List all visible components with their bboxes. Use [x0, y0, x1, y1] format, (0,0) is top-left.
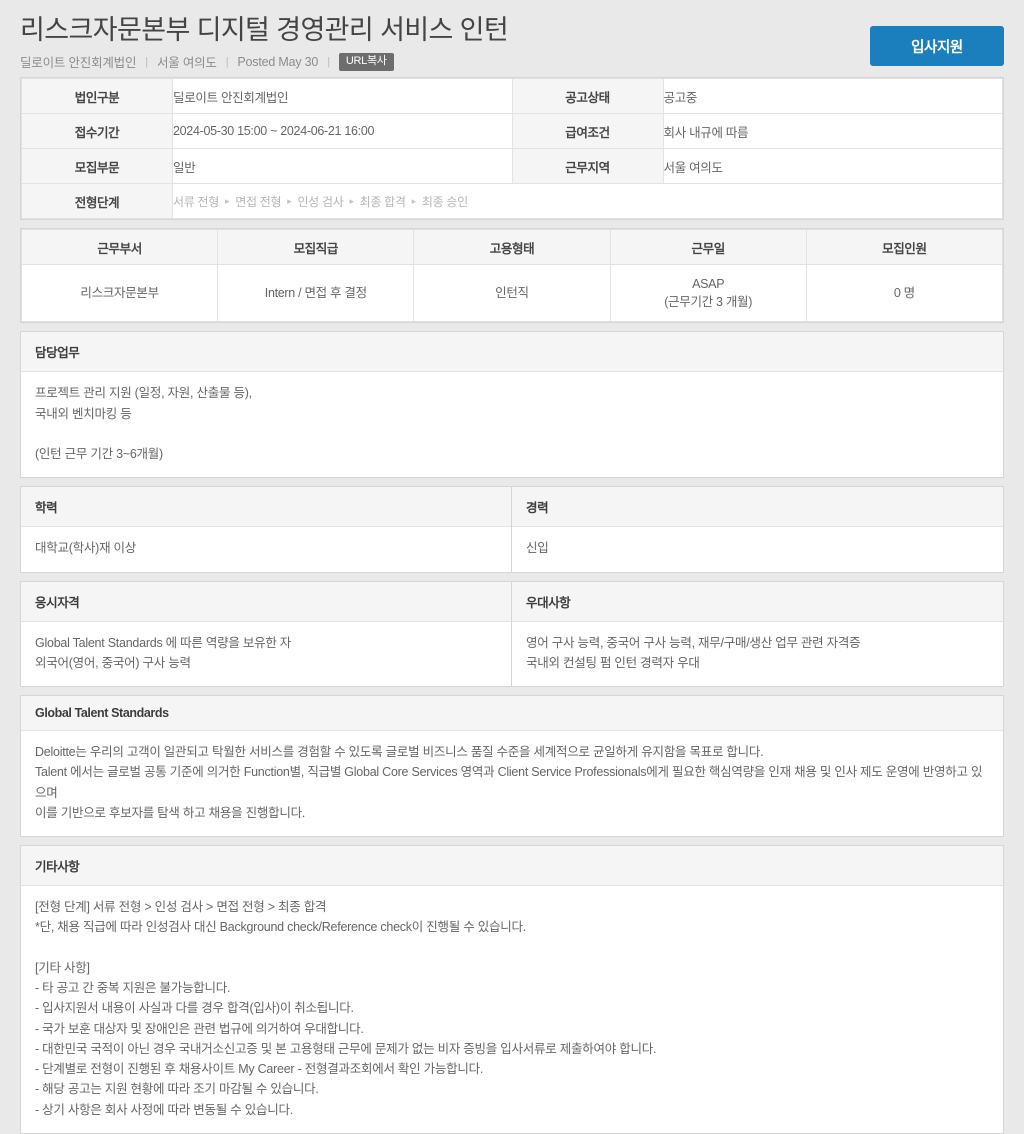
experience-body: 신입	[512, 527, 1003, 572]
education-column: 학력 대학교(학사)재 이상	[20, 486, 512, 573]
info-value-work-region: 서울 여의도	[662, 148, 1003, 185]
preferred-title: 우대사항	[512, 581, 1003, 622]
global-talent-standards-section: Global Talent Standards Deloitte는 우리의 고객…	[20, 695, 1004, 838]
page-header: 리스크자문본부 디지털 경영관리 서비스 인턴 딜로이트 안진회계법인 | 서울…	[0, 0, 1024, 77]
info-label-corp-type: 법인구분	[21, 78, 173, 115]
info-value-recruit-division: 일반	[172, 148, 513, 185]
info-value-posting-status: 공고중	[662, 78, 1003, 115]
meta-separator-3: |	[327, 55, 330, 68]
preferred-body: 영어 구사 능력, 중국어 구사 능력, 재무/구매/생산 업무 관련 자격증 …	[512, 621, 1003, 687]
meta-posted-date: Posted May 30	[237, 54, 319, 69]
education-title: 학력	[21, 487, 511, 528]
education-experience-section: 학력 대학교(학사)재 이상 경력 신입	[20, 486, 1004, 573]
etc-section: 기타사항 [전형 단계] 서류 전형 > 인성 검사 > 면접 전형 > 최종 …	[20, 845, 1004, 1134]
experience-title: 경력	[512, 487, 1003, 528]
table-row: 법인구분 딜로이트 안진회계법인 공고상태 공고중	[21, 78, 1003, 115]
stage-arrow-icon: ▸	[349, 195, 354, 206]
selection-stage-item: 서류 전형	[173, 194, 219, 209]
meta-separator-2: |	[225, 55, 229, 68]
position-header-department: 근무부서	[20, 229, 219, 266]
stage-arrow-icon: ▸	[287, 195, 292, 206]
job-posting-page: 리스크자문본부 디지털 경영관리 서비스 인턴 딜로이트 안진회계법인 | 서울…	[0, 0, 1024, 1134]
meta-company: 딜로이트 안진회계법인	[20, 56, 137, 71]
apply-button[interactable]: 입사지원	[870, 26, 1004, 66]
duties-section-body: 프로젝트 관리 지원 (일정, 자원, 산출물 등), 국내외 벤치마킹 등 (…	[21, 372, 1003, 478]
selection-stage-item: 면접 전형	[235, 194, 282, 209]
job-meta: 딜로이트 안진회계법인 | 서울 여의도 | Posted May 30 | U…	[20, 52, 1004, 71]
info-value-application-period: 2024-05-30 15:00 ~ 2024-06-21 16:00	[172, 113, 513, 150]
info-value-salary: 회사 내규에 따름	[662, 113, 1003, 150]
info-label-application-period: 접수기간	[21, 113, 173, 150]
info-table: 법인구분 딜로이트 안진회계법인 공고상태 공고중 접수기간 2024-05-3…	[21, 78, 1003, 220]
info-label-work-region: 근무지역	[511, 148, 664, 185]
gts-body: Deloitte는 우리의 고객이 일관되고 탁월한 서비스를 경험할 수 있도…	[21, 731, 1003, 837]
position-value-rank: Intern / 면접 후 결정	[217, 264, 415, 323]
duties-section: 담당업무 프로젝트 관리 지원 (일정, 자원, 산출물 등), 국내외 벤치마…	[20, 331, 1004, 479]
qualification-title: 응시자격	[21, 581, 511, 622]
position-table-panel: 근무부서 모집직급 고용형태 근무일 모집인원 리스크자문본부 Intern /…	[20, 228, 1004, 324]
position-header-rank: 모집직급	[217, 229, 415, 266]
table-row: 전형단계 서류 전형 ▸ 면접 전형 ▸ 인성 검사 ▸ 최종 합격 ▸ 최종 승인	[21, 183, 1003, 220]
page-title: 리스크자문본부 디지털 경영관리 서비스 인턴	[20, 15, 509, 45]
position-value-headcount: 0 명	[805, 264, 1004, 323]
meta-separator-1: |	[145, 55, 148, 68]
position-value-start-date: ASAP (근무기간 3 개월)	[609, 264, 807, 323]
stage-arrow-icon: ▸	[225, 195, 230, 206]
qualification-column: 응시자격 Global Talent Standards 에 따른 역량을 보유…	[20, 580, 512, 688]
qualification-body: Global Talent Standards 에 따른 역량을 보유한 자 외…	[21, 621, 511, 687]
experience-column: 경력 신입	[512, 486, 1004, 573]
qualification-preferred-section: 응시자격 Global Talent Standards 에 따른 역량을 보유…	[20, 580, 1004, 688]
etc-title: 기타사항	[21, 846, 1003, 887]
position-header-employment-type: 고용형태	[413, 229, 611, 266]
info-label-recruit-division: 모집부문	[21, 148, 173, 185]
position-table: 근무부서 모집직급 고용형태 근무일 모집인원 리스크자문본부 Intern /…	[20, 229, 1004, 323]
info-value-selection-stages: 서류 전형 ▸ 면접 전형 ▸ 인성 검사 ▸ 최종 합격 ▸ 최종 승인	[172, 183, 1003, 220]
table-row: 리스크자문본부 Intern / 면접 후 결정 인턴직 ASAP (근무기간 …	[20, 264, 1004, 323]
info-label-selection-stages: 전형단계	[21, 183, 173, 220]
selection-stage-list: 서류 전형 ▸ 면접 전형 ▸ 인성 검사 ▸ 최종 합격 ▸ 최종 승인	[173, 193, 1002, 210]
info-label-salary: 급여조건	[511, 113, 664, 150]
table-row: 모집부문 일반 근무지역 서울 여의도	[21, 148, 1003, 185]
stage-arrow-icon: ▸	[411, 195, 417, 206]
meta-location: 서울 여의도	[156, 56, 217, 71]
selection-stage-item: 최종 승인	[421, 194, 468, 209]
duties-section-title: 담당업무	[21, 332, 1003, 373]
info-table-panel: 법인구분 딜로이트 안진회계법인 공고상태 공고중 접수기간 2024-05-3…	[20, 77, 1004, 221]
copy-url-button[interactable]: URL복사	[338, 52, 394, 71]
position-value-department: 리스크자문본부	[20, 264, 219, 323]
info-label-posting-status: 공고상태	[511, 78, 664, 115]
selection-stage-item: 최종 합격	[359, 194, 406, 209]
selection-stage-item: 인성 검사	[297, 194, 344, 209]
education-body: 대학교(학사)재 이상	[21, 527, 511, 572]
etc-body: [전형 단계] 서류 전형 > 인성 검사 > 면접 전형 > 최종 합격 *단…	[21, 886, 1003, 1133]
position-header-headcount: 모집인원	[805, 229, 1004, 266]
info-value-corp-type: 딜로이트 안진회계법인	[172, 78, 513, 115]
table-row: 접수기간 2024-05-30 15:00 ~ 2024-06-21 16:00…	[21, 113, 1003, 150]
preferred-column: 우대사항 영어 구사 능력, 중국어 구사 능력, 재무/구매/생산 업무 관련…	[512, 580, 1004, 688]
position-header-start-date: 근무일	[609, 229, 807, 266]
position-value-employment-type: 인턴직	[413, 264, 611, 323]
table-header-row: 근무부서 모집직급 고용형태 근무일 모집인원	[20, 229, 1004, 266]
gts-title: Global Talent Standards	[21, 696, 1003, 732]
